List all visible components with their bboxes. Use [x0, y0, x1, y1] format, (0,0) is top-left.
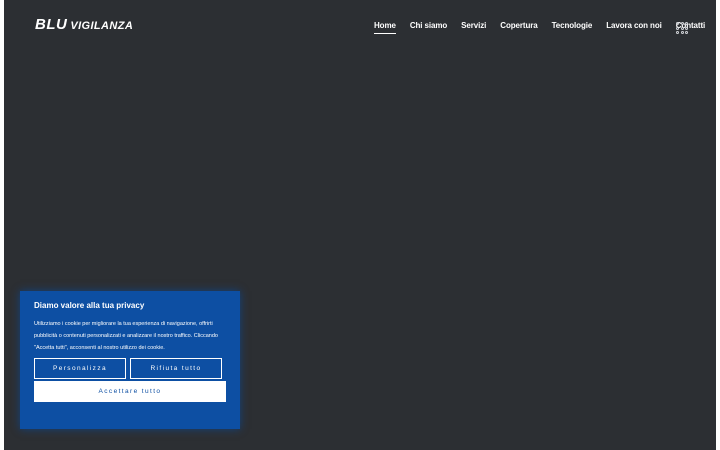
reject-button[interactable]: Rifiuta tutto — [130, 358, 222, 379]
nav-item-home[interactable]: Home — [374, 21, 396, 34]
cookie-title: Diamo valore alla tua privacy — [34, 301, 145, 310]
nav-item-lavora-con-noi[interactable]: Lavora con noi — [606, 21, 662, 34]
logo-secondary: VIGILANZA — [70, 20, 134, 32]
logo-primary: BLU — [35, 16, 68, 33]
logo[interactable]: BLU VIGILANZA — [35, 16, 133, 33]
cookie-button-row: Personalizza Rifiuta tutto — [34, 358, 226, 379]
nav-item-servizi[interactable]: Servizi — [461, 21, 486, 34]
nav-item-copertura[interactable]: Copertura — [500, 21, 537, 34]
cookie-banner: Diamo valore alla tua privacy Utilizziam… — [20, 291, 240, 429]
nav-item-chi-siamo[interactable]: Chi siamo — [410, 21, 447, 34]
grid-menu-icon[interactable] — [676, 22, 688, 34]
main-nav: Home Chi siamo Servizi Copertura Tecnolo… — [374, 21, 719, 34]
customize-button[interactable]: Personalizza — [34, 358, 126, 379]
cookie-text: Utilizziamo i cookie per migliorare la t… — [34, 321, 218, 351]
accept-button[interactable]: Accettare tutto — [34, 381, 226, 402]
page: BLU VIGILANZA Home Chi siamo Servizi Cop… — [4, 0, 716, 450]
nav-item-tecnologie[interactable]: Tecnologie — [552, 21, 593, 34]
